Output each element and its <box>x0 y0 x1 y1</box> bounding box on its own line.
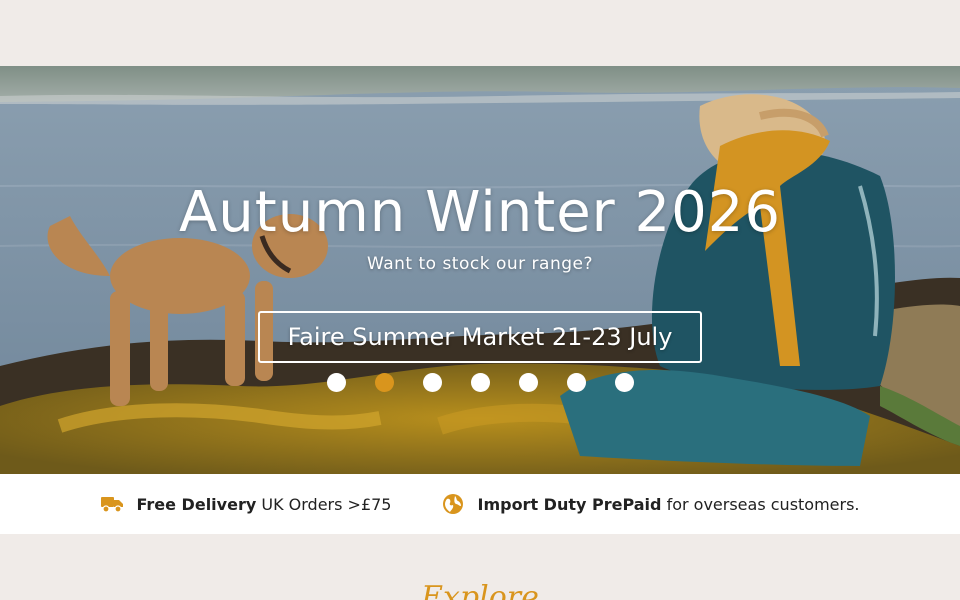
hero-title: Autumn Winter 2026 <box>178 180 782 245</box>
explore-section: Explore <box>0 534 960 600</box>
explore-heading: Explore <box>421 580 539 600</box>
slider-dot-2[interactable] <box>374 373 394 392</box>
hero-subtitle: Want to stock our range? <box>367 254 593 274</box>
slider-dot-7[interactable] <box>614 373 634 392</box>
slider-dot-5[interactable] <box>518 373 538 392</box>
truck-icon <box>100 492 124 516</box>
import-duty-info: Import Duty PrePaid for overseas custome… <box>441 492 860 516</box>
free-delivery-label: Free Delivery <box>136 494 257 514</box>
slider-dot-3[interactable] <box>422 373 442 392</box>
slider-dot-6[interactable] <box>566 373 586 392</box>
import-duty-text: for overseas customers. <box>666 494 860 514</box>
slider-dot-4[interactable] <box>470 373 490 392</box>
import-duty-label: Import Duty PrePaid <box>477 494 662 514</box>
slider-dots <box>0 373 960 392</box>
free-delivery-text: UK Orders >£75 <box>261 494 392 514</box>
hero-banner: Autumn Winter 2026 Want to stock our ran… <box>0 66 960 474</box>
slider-dot-1[interactable] <box>326 373 346 392</box>
faire-market-button[interactable]: Faire Summer Market 21-23 July <box>258 311 702 363</box>
globe-icon <box>441 492 465 516</box>
usp-bar: Free Delivery UK Orders >£75 Import Duty… <box>0 474 960 534</box>
top-header-bar <box>0 0 960 66</box>
free-delivery-info: Free Delivery UK Orders >£75 <box>100 492 391 516</box>
